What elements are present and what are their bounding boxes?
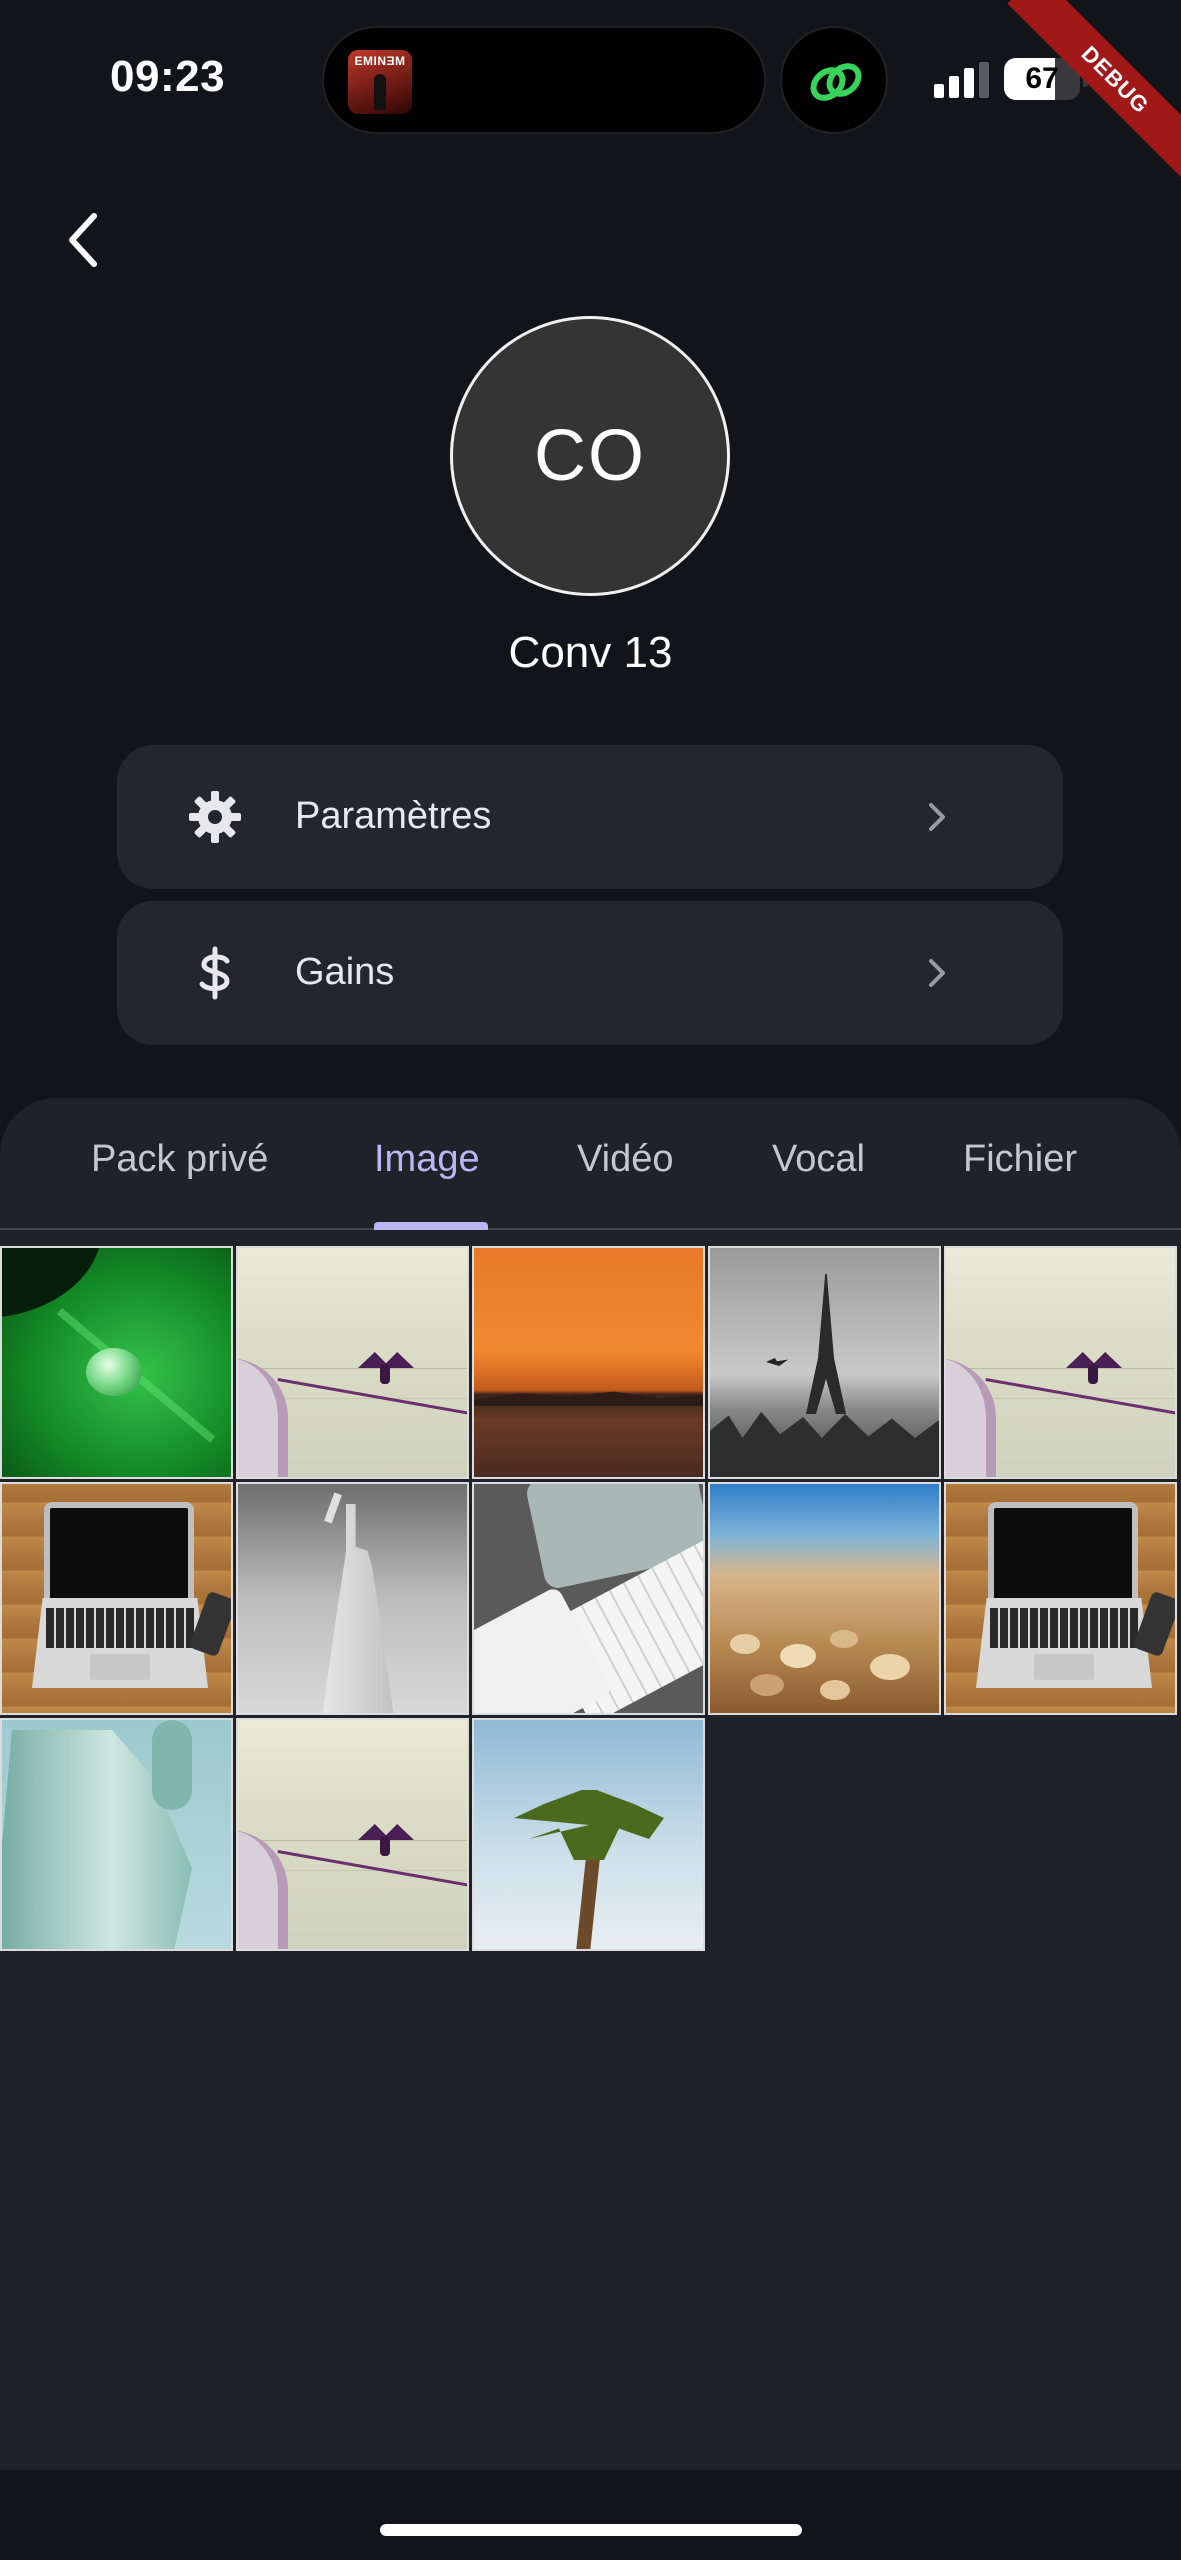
image-grid xyxy=(0,1246,1181,1951)
earnings-menu-item[interactable]: Gains xyxy=(117,901,1063,1045)
screen: 09:23 EMINƎM 67 DEBUG CO Conv 13 Paramèt… xyxy=(0,0,1181,2560)
gallery-image-laptop-on-wooden-desk[interactable] xyxy=(944,1482,1177,1715)
earnings-label: Gains xyxy=(295,951,395,993)
gallery-image-statue-of-liberty-bw[interactable] xyxy=(236,1482,469,1715)
tab-file[interactable]: Fichier xyxy=(963,1138,1077,1228)
status-time: 09:23 xyxy=(110,52,226,101)
back-button[interactable] xyxy=(50,200,130,280)
link-icon xyxy=(810,63,862,101)
gallery-image-cormorant-on-boat[interactable] xyxy=(944,1246,1177,1479)
tab-voice[interactable]: Vocal xyxy=(772,1138,865,1228)
gallery-image-cormorant-on-boat[interactable] xyxy=(236,1246,469,1479)
chevron-right-icon xyxy=(929,959,945,987)
tab-private-pack[interactable]: Pack privé xyxy=(91,1138,268,1228)
gallery-image-keyboard-and-tablet[interactable] xyxy=(472,1482,705,1715)
now-playing-album-art[interactable]: EMINƎM xyxy=(348,50,412,114)
tab-image[interactable]: Image xyxy=(374,1138,480,1228)
gallery-image-orange-sunset-sea[interactable] xyxy=(472,1246,705,1479)
settings-menu-item[interactable]: Paramètres xyxy=(117,745,1063,889)
dynamic-island[interactable]: EMINƎM xyxy=(322,26,766,134)
chevron-right-icon xyxy=(929,803,945,831)
battery-percent: 67 xyxy=(1025,62,1059,95)
active-tab-indicator xyxy=(374,1222,488,1230)
home-indicator[interactable] xyxy=(380,2524,802,2536)
avatar[interactable]: CO xyxy=(450,316,730,596)
chevron-left-icon xyxy=(69,213,97,267)
tab-divider xyxy=(0,1228,1181,1230)
dynamic-island-app-bubble[interactable] xyxy=(780,26,888,134)
gallery-image-palm-tree-sky[interactable] xyxy=(472,1718,705,1951)
dollar-icon xyxy=(199,946,230,1000)
gallery-image-beach-shells[interactable] xyxy=(708,1482,941,1715)
cellular-signal-icon xyxy=(934,62,990,98)
album-art-figure xyxy=(374,74,386,110)
gallery-image-cormorant-on-boat[interactable] xyxy=(236,1718,469,1951)
settings-label: Paramètres xyxy=(295,795,492,837)
home-bar-area xyxy=(0,2470,1181,2560)
gallery-image-eiffel-tower-bw[interactable] xyxy=(708,1246,941,1479)
gallery-image-leaf-water-drop[interactable] xyxy=(0,1246,233,1479)
conversation-name: Conv 13 xyxy=(508,628,673,677)
album-art-text: EMINƎM xyxy=(354,54,406,68)
avatar-initials: CO xyxy=(534,416,646,496)
gallery-image-laptop-on-wooden-desk[interactable] xyxy=(0,1482,233,1715)
tab-video[interactable]: Vidéo xyxy=(577,1138,674,1228)
gallery-image-statue-of-liberty-green[interactable] xyxy=(0,1718,233,1951)
gear-icon xyxy=(189,791,241,843)
